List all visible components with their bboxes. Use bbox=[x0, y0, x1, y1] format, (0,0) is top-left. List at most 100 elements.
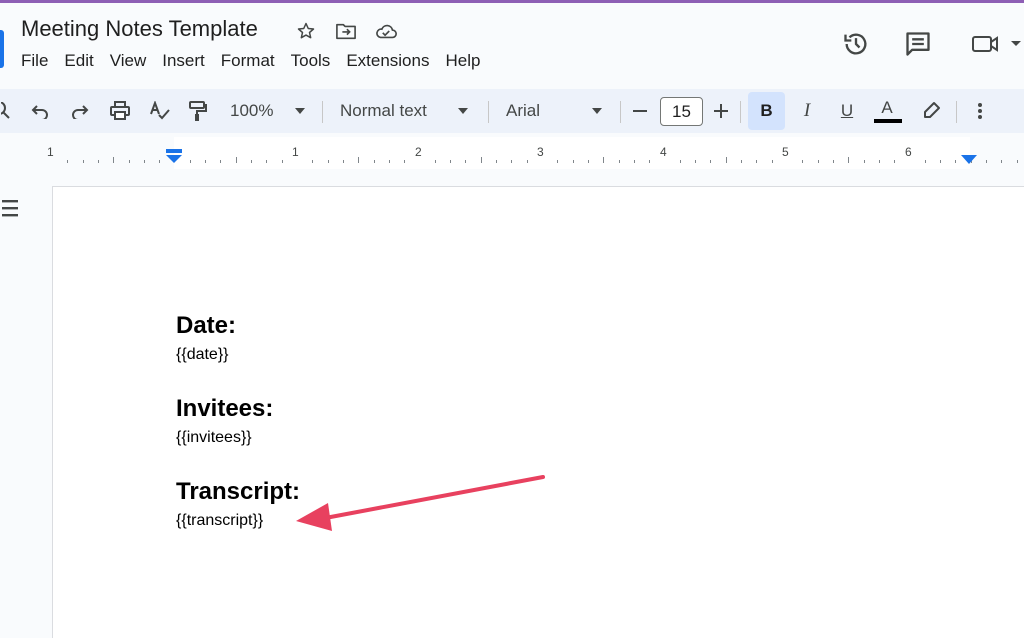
ruler-tick bbox=[955, 160, 956, 163]
left-indent-marker-icon[interactable] bbox=[165, 149, 183, 163]
ruler-tick bbox=[772, 160, 773, 163]
ruler-tick bbox=[251, 160, 252, 163]
document-title[interactable]: Meeting Notes Template bbox=[21, 16, 258, 42]
ruler-tick bbox=[266, 160, 267, 163]
ruler-tick bbox=[328, 160, 329, 163]
paint-format-icon[interactable] bbox=[184, 89, 212, 133]
print-icon[interactable] bbox=[106, 89, 134, 133]
ruler-tick bbox=[83, 160, 84, 163]
ruler-tick bbox=[818, 160, 819, 163]
ruler-tick bbox=[220, 160, 221, 163]
window-top-strip bbox=[0, 0, 1024, 3]
ruler-label: 1 bbox=[292, 145, 299, 159]
text-color-swatch bbox=[874, 119, 902, 123]
ruler-tick bbox=[144, 160, 145, 163]
ruler-tick bbox=[129, 160, 130, 163]
undo-icon[interactable] bbox=[28, 89, 52, 133]
invitees-placeholder[interactable]: {{invitees}} bbox=[176, 429, 252, 447]
ruler-label: 5 bbox=[782, 145, 789, 159]
zoom-dropdown-icon[interactable] bbox=[290, 89, 310, 133]
highlight-color-icon[interactable] bbox=[918, 89, 944, 133]
ruler-tick bbox=[894, 160, 895, 163]
ruler-tick bbox=[312, 160, 313, 163]
ruler-tick bbox=[557, 160, 558, 163]
move-to-folder-icon[interactable] bbox=[333, 20, 359, 42]
date-heading[interactable]: Date: bbox=[176, 312, 236, 340]
paragraph-style-select[interactable]: Normal text bbox=[340, 89, 427, 133]
ruler-tick bbox=[619, 160, 620, 163]
ruler-tick bbox=[389, 160, 390, 163]
menu-help[interactable]: Help bbox=[445, 51, 486, 71]
spellcheck-icon[interactable] bbox=[146, 89, 174, 133]
bold-button[interactable]: B bbox=[748, 89, 785, 133]
ruler-tick bbox=[603, 157, 604, 163]
ruler-tick bbox=[710, 160, 711, 163]
menu-file[interactable]: File bbox=[21, 51, 54, 71]
style-dropdown-icon[interactable] bbox=[453, 89, 473, 133]
menu-insert[interactable]: Insert bbox=[162, 51, 211, 71]
ruler-tick bbox=[726, 157, 727, 163]
ruler-tick bbox=[833, 160, 834, 163]
transcript-placeholder[interactable]: {{transcript}} bbox=[176, 512, 263, 530]
chevron-down-icon[interactable] bbox=[1008, 26, 1024, 62]
menu-extensions[interactable]: Extensions bbox=[346, 51, 435, 71]
ruler-label: 3 bbox=[537, 145, 544, 159]
ruler-tick bbox=[496, 160, 497, 163]
cloud-saved-icon[interactable] bbox=[373, 20, 399, 42]
ruler-tick bbox=[802, 160, 803, 163]
ruler-label: 2 bbox=[415, 145, 422, 159]
ruler-tick bbox=[98, 160, 99, 163]
ruler-tick bbox=[282, 160, 283, 163]
ruler-tick bbox=[573, 160, 574, 163]
ruler-tick bbox=[374, 160, 375, 163]
ruler-tick bbox=[236, 157, 237, 163]
ruler-tick bbox=[649, 160, 650, 163]
menu-view[interactable]: View bbox=[110, 51, 153, 71]
ruler-tick bbox=[986, 160, 987, 163]
video-call-icon[interactable] bbox=[964, 26, 1008, 62]
invitees-heading[interactable]: Invitees: bbox=[176, 395, 273, 423]
star-icon[interactable] bbox=[293, 20, 319, 42]
transcript-heading[interactable]: Transcript: bbox=[176, 478, 300, 506]
ruler-tick bbox=[925, 160, 926, 163]
horizontal-ruler[interactable]: 1 1 2 3 4 5 6 bbox=[0, 137, 1024, 169]
ruler-tick bbox=[190, 160, 191, 163]
right-indent-marker-icon[interactable] bbox=[961, 155, 977, 164]
ruler-tick bbox=[680, 160, 681, 163]
ruler-tick bbox=[511, 160, 512, 163]
zoom-select[interactable]: 100% bbox=[230, 89, 273, 133]
docs-logo-icon[interactable] bbox=[0, 30, 4, 68]
ruler-tick bbox=[940, 160, 941, 163]
ruler-tick bbox=[465, 160, 466, 163]
ruler-label: 6 bbox=[905, 145, 912, 159]
increase-font-size-icon[interactable] bbox=[711, 89, 731, 133]
italic-button[interactable]: I bbox=[792, 89, 822, 133]
ruler-tick bbox=[435, 160, 436, 163]
menu-edit[interactable]: Edit bbox=[64, 51, 99, 71]
ruler-tick bbox=[205, 160, 206, 163]
font-size-input[interactable]: 15 bbox=[660, 97, 703, 126]
history-icon[interactable] bbox=[838, 26, 874, 62]
comments-icon[interactable] bbox=[900, 26, 936, 62]
menu-format[interactable]: Format bbox=[221, 51, 281, 71]
ruler-tick bbox=[481, 157, 482, 163]
more-options-icon[interactable] bbox=[968, 89, 992, 133]
underline-button[interactable]: U bbox=[832, 89, 862, 133]
redo-icon[interactable] bbox=[68, 89, 92, 133]
search-menus-icon[interactable] bbox=[0, 89, 12, 133]
text-color-button[interactable]: A bbox=[872, 86, 902, 130]
font-dropdown-icon[interactable] bbox=[587, 89, 607, 133]
font-family-select[interactable]: Arial bbox=[506, 89, 540, 133]
menu-tools[interactable]: Tools bbox=[291, 51, 337, 71]
annotation-arrow bbox=[296, 475, 545, 531]
ruler-label: 1 bbox=[47, 145, 54, 159]
menu-bar: File Edit View Insert Format Tools Exten… bbox=[21, 51, 496, 71]
outline-icon[interactable] bbox=[0, 198, 20, 225]
ruler-tick bbox=[1001, 160, 1002, 163]
ruler-tick bbox=[848, 157, 849, 163]
ruler-tick bbox=[1017, 160, 1018, 163]
decrease-font-size-icon[interactable] bbox=[630, 89, 650, 133]
ruler-tick bbox=[634, 160, 635, 163]
date-placeholder[interactable]: {{date}} bbox=[176, 346, 229, 364]
ruler-tick bbox=[695, 160, 696, 163]
